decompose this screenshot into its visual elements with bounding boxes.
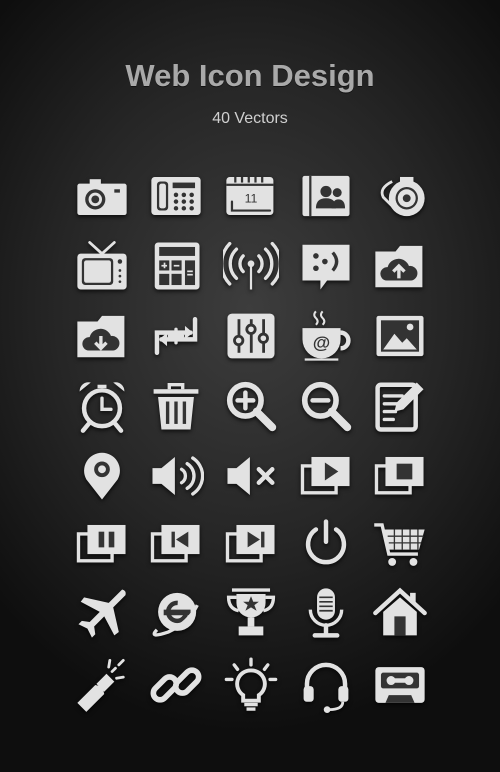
location-pin-icon: [74, 448, 130, 504]
media-stop-icon: [372, 448, 428, 504]
sync-add-icon: [148, 308, 204, 364]
svg-text:@: @: [313, 332, 330, 352]
page-title: Web Icon Design: [125, 58, 375, 93]
media-previous-icon: [148, 516, 204, 572]
flashlight-icon: [74, 657, 130, 713]
fax-phone-icon: [148, 168, 204, 224]
calendar-day: 11: [245, 192, 258, 206]
webcam-icon: [372, 168, 428, 224]
cloud-download-folder-icon: [74, 308, 130, 364]
shopping-cart-icon: [372, 516, 428, 572]
contacts-book-icon: [298, 168, 354, 224]
airplane-icon: [74, 585, 130, 641]
media-next-icon: [223, 516, 279, 572]
calendar-icon: 11: [223, 168, 279, 224]
equalizer-icon: [223, 308, 279, 364]
image-icon: [372, 308, 428, 364]
zoom-in-icon: [223, 378, 279, 434]
wireless-signal-icon: [223, 238, 279, 294]
tv-icon: [74, 238, 130, 294]
microphone-icon: [298, 585, 354, 641]
coffee-email-icon: @: [298, 308, 354, 364]
cassette-icon: [372, 657, 428, 713]
camera-icon: [74, 168, 130, 224]
headset-icon: [298, 657, 354, 713]
volume-icon: [148, 448, 204, 504]
media-pause-icon: [74, 516, 130, 572]
trophy-icon: [223, 585, 279, 641]
edit-note-icon: [372, 378, 428, 434]
link-icon: [148, 657, 204, 713]
cloud-upload-folder-icon: [372, 238, 428, 294]
media-play-icon: [298, 448, 354, 504]
mute-icon: [223, 448, 279, 504]
internet-explorer-icon: [148, 585, 204, 641]
zoom-out-icon: [298, 378, 354, 434]
lightbulb-icon: [223, 657, 279, 713]
chat-smiley-icon: [298, 238, 354, 294]
trash-icon: [148, 378, 204, 434]
home-icon: [372, 585, 428, 641]
page-subtitle: 40 Vectors: [212, 110, 288, 127]
alarm-clock-icon: [74, 378, 130, 434]
calculator-icon: [148, 238, 204, 294]
power-icon: [298, 516, 354, 572]
